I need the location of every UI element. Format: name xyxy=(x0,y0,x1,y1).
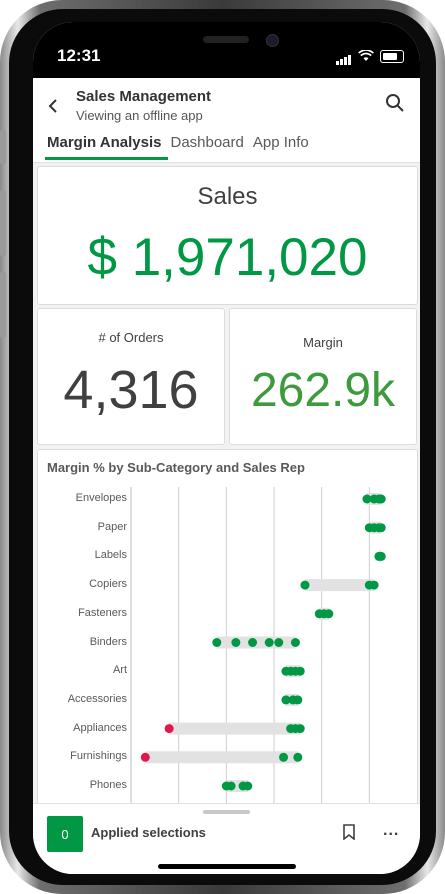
bottom-bar: 0 Applied selections ... xyxy=(33,803,420,874)
sales-kpi-card[interactable]: Sales $ 1,971,020 xyxy=(37,166,418,305)
volume-up-button xyxy=(0,190,6,256)
home-indicator xyxy=(158,864,296,869)
data-point[interactable] xyxy=(293,752,303,762)
data-point[interactable] xyxy=(376,523,386,533)
category-label: Phones xyxy=(89,779,127,791)
range-bar xyxy=(169,722,301,735)
margin-kpi-label: Margin xyxy=(303,335,343,350)
sales-kpi-value: $ 1,971,020 xyxy=(87,228,368,287)
search-icon[interactable] xyxy=(384,92,406,114)
more-menu-icon[interactable]: ... xyxy=(383,822,399,840)
range-bar xyxy=(304,579,375,592)
tab-margin-analysis[interactable]: Margin Analysis xyxy=(45,134,169,160)
data-point[interactable] xyxy=(290,638,300,647)
data-point[interactable] xyxy=(164,724,174,734)
category-label: Art xyxy=(112,664,127,677)
app-subtitle: Viewing an offline app xyxy=(76,108,203,123)
tab-dashboard[interactable]: Dashboard xyxy=(168,134,250,160)
chevron-left-icon[interactable] xyxy=(47,94,59,120)
category-label: Binders xyxy=(89,635,127,648)
data-point[interactable] xyxy=(369,580,379,590)
status-time: 12:31 xyxy=(57,46,101,65)
notch xyxy=(151,22,302,66)
data-point[interactable] xyxy=(293,695,303,705)
sheet-tabs: Margin Analysis Dashboard App Info xyxy=(45,134,316,160)
volume-down-button xyxy=(0,272,6,338)
range-bar xyxy=(145,751,298,764)
data-point[interactable] xyxy=(295,666,305,676)
orders-kpi-value: 4,316 xyxy=(63,360,199,420)
category-label: Accessories xyxy=(67,692,127,705)
category-label: Paper xyxy=(97,520,127,533)
sheet-content: Sales $ 1,971,020 # of Orders 4,316 Marg… xyxy=(33,163,420,803)
margin-kpi-value: 262.9k xyxy=(250,364,396,417)
orders-kpi-card[interactable]: # of Orders 4,316 xyxy=(37,308,225,445)
orders-kpi-label: # of Orders xyxy=(98,330,164,345)
data-point[interactable] xyxy=(226,781,236,791)
category-label: Envelopes xyxy=(75,492,127,504)
app-header: Sales Management Viewing an offline app … xyxy=(33,78,420,163)
margin-chart-card[interactable]: Margin % by Sub-Category and Sales Rep E… xyxy=(37,449,418,803)
bookmark-icon[interactable] xyxy=(343,824,355,840)
mute-switch xyxy=(0,130,6,164)
selections-count-badge[interactable]: 0 xyxy=(47,816,83,852)
category-label: Furnishings xyxy=(70,750,127,763)
data-point[interactable] xyxy=(376,494,386,504)
drag-handle[interactable] xyxy=(203,810,250,814)
data-point[interactable] xyxy=(279,752,289,762)
data-point[interactable] xyxy=(274,638,284,647)
data-point[interactable] xyxy=(248,638,258,647)
status-icons xyxy=(336,47,404,65)
data-point[interactable] xyxy=(376,551,386,561)
front-camera xyxy=(266,34,279,47)
category-label: Labels xyxy=(94,549,127,562)
tab-app-info[interactable]: App Info xyxy=(251,134,316,160)
speaker xyxy=(203,36,249,43)
wifi-icon xyxy=(358,50,374,61)
category-label: Fasteners xyxy=(78,606,127,619)
data-point[interactable] xyxy=(264,638,274,647)
category-label: Copiers xyxy=(89,578,127,591)
data-point[interactable] xyxy=(300,580,310,590)
applied-selections-label[interactable]: Applied selections xyxy=(91,825,206,840)
data-point[interactable] xyxy=(324,609,334,619)
screen: 12:31 Sales Management Viewing an offlin… xyxy=(33,22,420,874)
data-point[interactable] xyxy=(140,752,150,762)
margin-kpi-card[interactable]: Margin 262.9k xyxy=(229,308,417,445)
battery-icon xyxy=(380,49,404,63)
signal-icon xyxy=(336,47,352,65)
data-point[interactable] xyxy=(243,781,253,791)
data-point[interactable] xyxy=(295,724,305,734)
app-title: Sales Management xyxy=(76,88,212,105)
sales-kpi-label: Sales xyxy=(197,183,258,210)
data-point[interactable] xyxy=(231,638,241,647)
status-bar: 12:31 xyxy=(33,22,420,78)
data-point[interactable] xyxy=(212,638,222,647)
category-label: Appliances xyxy=(73,721,127,734)
phone-frame: 12:31 Sales Management Viewing an offlin… xyxy=(0,0,445,894)
